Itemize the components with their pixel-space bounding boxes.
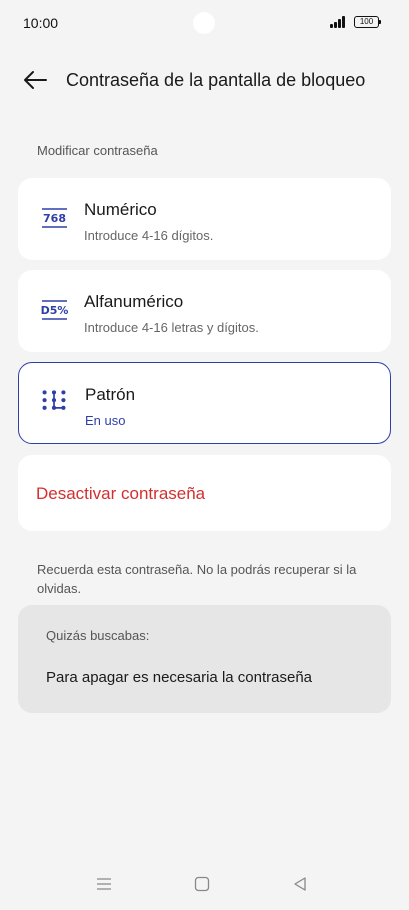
battery-icon: 100	[354, 16, 381, 28]
camera-cutout	[193, 12, 215, 34]
option-status: En uso	[85, 413, 126, 428]
pattern-icon	[42, 390, 66, 410]
option-subtitle: Introduce 4-16 dígitos.	[84, 228, 214, 243]
arrow-left-icon[interactable]	[22, 68, 48, 92]
deactivate-password-button[interactable]: Desactivar contraseña	[18, 455, 391, 531]
page-title: Contraseña de la pantalla de bloqueo	[66, 70, 366, 90]
status-time: 10:00	[23, 15, 59, 31]
numeric-icon: 768	[42, 208, 67, 228]
home-icon[interactable]	[194, 876, 210, 892]
suggestions-label: Quizás buscabas:	[46, 628, 150, 643]
section-label: Modificar contraseña	[37, 143, 158, 158]
alphanumeric-icon: D5%	[41, 300, 69, 320]
warning-note: Recuerda esta contraseña. No la podrás r…	[37, 562, 357, 596]
menu-icon[interactable]	[96, 876, 112, 892]
suggestion-item[interactable]: Para apagar es necesaria la contraseña	[46, 669, 312, 686]
suggestions-panel: Quizás buscabas: Para apagar es necesari…	[18, 605, 391, 713]
option-alphanumeric[interactable]: D5% Alfanumérico Introduce 4-16 letras y…	[18, 270, 391, 352]
option-title: Patrón	[85, 385, 136, 404]
back-triangle-icon[interactable]	[292, 876, 308, 892]
option-pattern[interactable]: Patrón En uso	[18, 362, 391, 444]
status-bar: 10:00 100	[0, 0, 409, 46]
option-subtitle: Introduce 4-16 letras y dígitos.	[84, 320, 259, 335]
option-title: Alfanumérico	[84, 292, 184, 311]
numeric-icon-text: 768	[43, 212, 66, 225]
option-numeric[interactable]: 768 Numérico Introduce 4-16 dígitos.	[18, 178, 391, 260]
header: Contraseña de la pantalla de bloqueo	[0, 60, 409, 100]
navigation-bar	[0, 866, 409, 906]
option-title: Numérico	[84, 200, 157, 219]
deactivate-label: Desactivar contraseña	[36, 484, 206, 503]
alphanumeric-icon-text: D5%	[41, 304, 69, 317]
signal-icon	[330, 16, 348, 28]
